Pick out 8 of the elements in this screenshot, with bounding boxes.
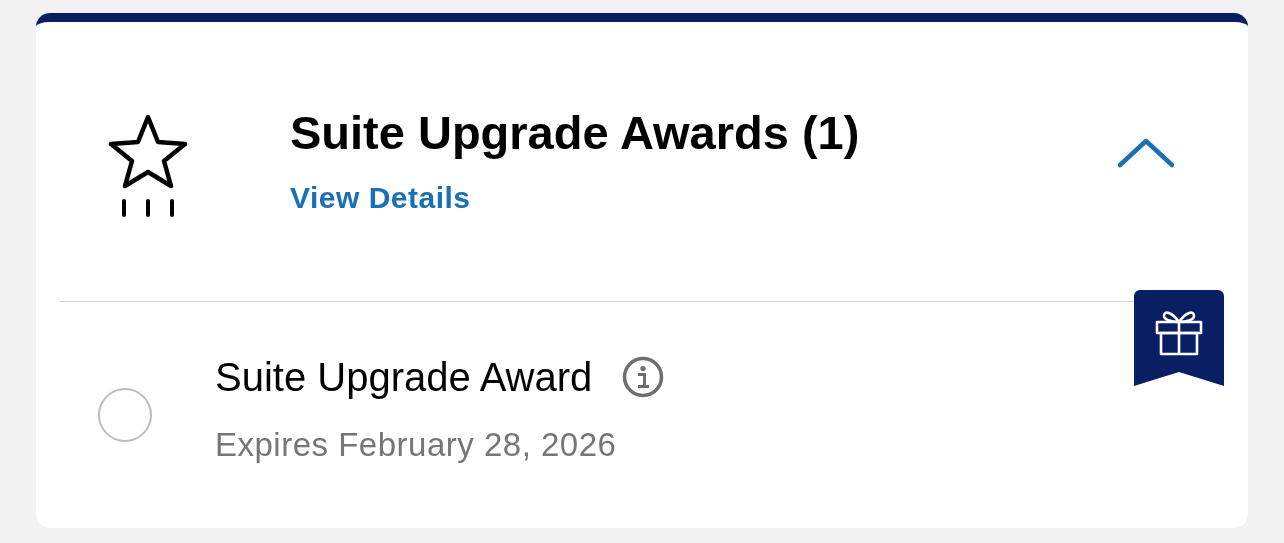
collapse-button[interactable] (1116, 137, 1176, 169)
gift-ribbon-icon (1134, 290, 1224, 388)
radio-button[interactable] (98, 388, 152, 442)
info-icon[interactable] (622, 356, 665, 398)
expiry-date: Expires February 28, 2026 (215, 426, 618, 464)
section-title: Suite Upgrade Awards (1) (290, 105, 861, 161)
award-name: Suite Upgrade Award (215, 354, 593, 401)
view-details-link[interactable]: View Details (290, 181, 471, 215)
